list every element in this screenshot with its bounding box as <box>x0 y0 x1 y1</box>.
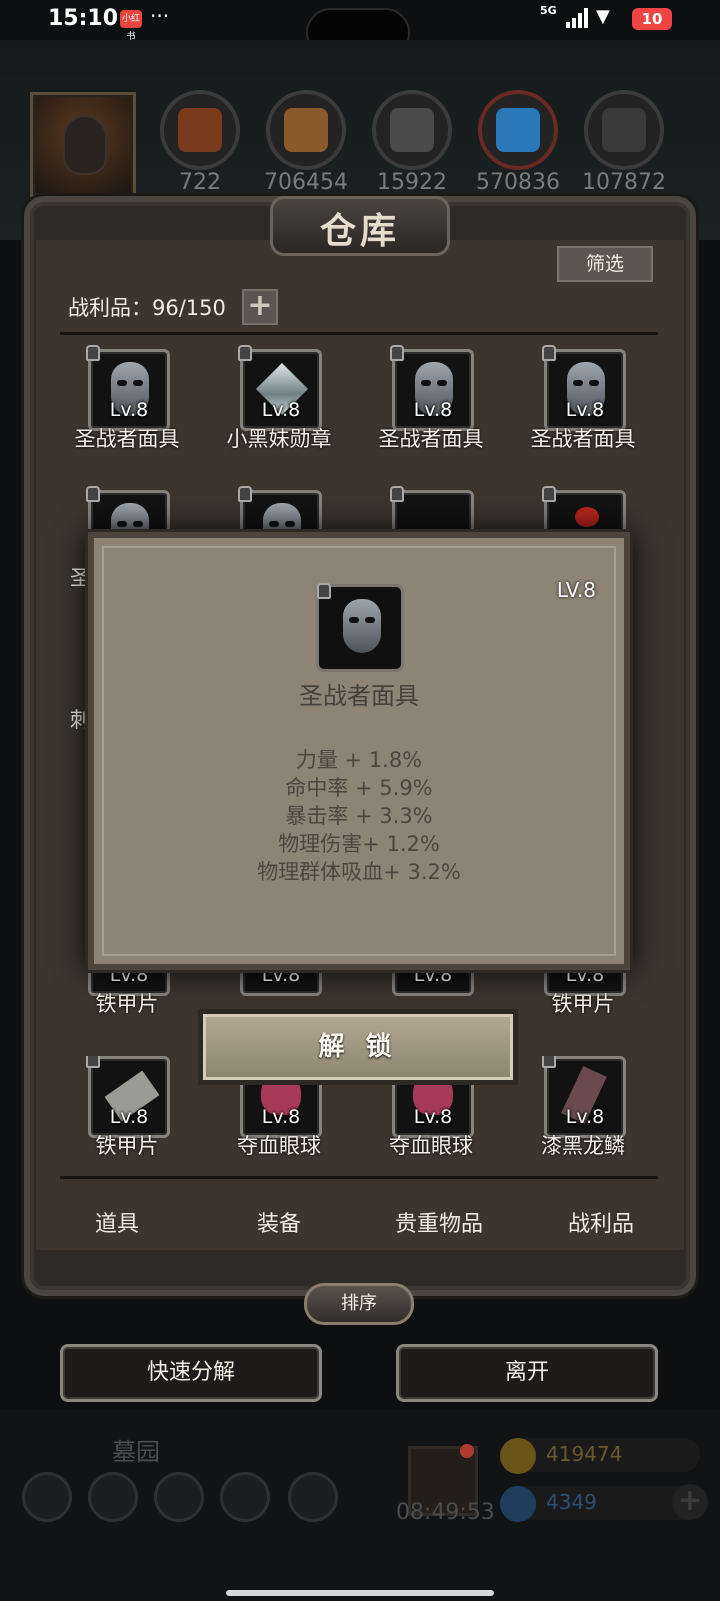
tab-loot[interactable]: 战利品 <box>526 1206 676 1238</box>
gift-timer: 08:49:53 <box>396 1500 495 1525</box>
add-currency-button[interactable]: + <box>672 1484 708 1520</box>
quick-decompose-button[interactable]: 快速分解 <box>60 1344 322 1402</box>
item-name: 圣战者面具 <box>74 427 180 451</box>
item-name: 漆黑龙鳞 <box>541 1134 625 1158</box>
iron-ingot-icon[interactable] <box>372 90 452 170</box>
gear-icon[interactable] <box>22 1472 72 1522</box>
panel-title: 仓库 <box>319 210 400 252</box>
resource-value: 570836 <box>476 170 560 195</box>
popup-item-level: LV.8 <box>556 578 596 602</box>
grid-icon[interactable] <box>288 1472 338 1522</box>
lock-icon <box>542 486 556 502</box>
stat-line: 力量 + 1.8% <box>295 748 423 772</box>
building-icon[interactable] <box>154 1472 204 1522</box>
status-bar: 15:10 小红书 ··· 5G ▼ 10 <box>0 0 720 58</box>
expand-capacity-button[interactable]: + <box>242 289 278 325</box>
blue-gem-icon <box>500 1486 536 1522</box>
resource-value: 15922 <box>377 170 447 195</box>
inventory-item[interactable]: Lv.8 圣战者面具 <box>356 345 506 479</box>
tab-divider <box>60 1176 658 1179</box>
hooded-figure-icon <box>63 115 107 175</box>
item-name: 夺血眼球 <box>237 1134 321 1158</box>
gold-counter: 419474 <box>500 1438 700 1474</box>
plank-icon[interactable] <box>266 90 346 170</box>
sort-button[interactable]: 排序 <box>304 1283 414 1325</box>
network-label: 5G <box>540 4 557 17</box>
popup-stat-list: 力量 + 1.8% 命中率 + 5.9% 暴击率 + 3.3% 物理伤害+ 1.… <box>94 746 624 886</box>
inventory-item[interactable]: Lv.8 圣战者面具 <box>52 345 202 479</box>
lock-icon <box>86 486 100 502</box>
resource-value: 706454 <box>264 170 348 195</box>
item-level: Lv.8 <box>413 399 453 421</box>
app-notification-icon: 小红书 <box>120 10 142 42</box>
wood-log-icon[interactable] <box>160 90 240 170</box>
player-avatar[interactable] <box>30 92 136 198</box>
item-level: Lv.8 <box>261 1106 301 1128</box>
item-name: 铁甲片 <box>551 992 615 1016</box>
loot-capacity: 战利品：96/150 <box>68 296 226 320</box>
lock-icon <box>317 583 331 599</box>
item-detail-popup: LV.8 圣战者面具 力量 + 1.8% 命中率 + 5.9% 暴击率 + 3.… <box>88 532 630 970</box>
popup-item-name: 圣战者面具 <box>299 682 419 710</box>
item-level: Lv.8 <box>109 399 149 421</box>
leave-button[interactable]: 离开 <box>396 1344 658 1402</box>
gold-value: 419474 <box>546 1442 623 1466</box>
battery-indicator: 10 <box>632 8 672 30</box>
gold-coin-icon <box>500 1438 536 1474</box>
popup-item-slot <box>316 583 404 672</box>
item-level: Lv.8 <box>261 399 301 421</box>
gem-counter: 4349 <box>500 1486 700 1522</box>
item-level: Lv.8 <box>109 1106 149 1128</box>
filter-button[interactable]: 筛选 <box>557 246 653 282</box>
signal-icon <box>566 8 590 28</box>
item-level: Lv.8 <box>565 399 605 421</box>
lock-icon <box>86 345 100 361</box>
lock-icon <box>238 345 252 361</box>
stat-line: 命中率 + 5.9% <box>285 776 433 800</box>
lock-icon <box>542 1056 556 1068</box>
tab-equipment[interactable]: 装备 <box>204 1206 354 1238</box>
lock-icon <box>86 1056 100 1068</box>
notification-dot <box>460 1444 474 1458</box>
inventory-item[interactable]: Lv.8 圣战者面具 <box>508 345 658 479</box>
steel-icon[interactable] <box>584 90 664 170</box>
area-name: 墓园 <box>112 1438 160 1466</box>
item-level: Lv.8 <box>565 1106 605 1128</box>
item-name: 铁甲片 <box>95 992 159 1016</box>
stat-line: 暴击率 + 3.3% <box>285 804 433 828</box>
stat-line: 物理伤害+ 1.2% <box>278 832 440 856</box>
unlock-button[interactable]: 解 锁 <box>198 1009 518 1085</box>
crystal-icon[interactable] <box>478 90 558 170</box>
lock-icon <box>390 486 404 502</box>
home-indicator[interactable] <box>226 1590 494 1596</box>
inventory-item[interactable]: Lv.8 漆黑龙鳞 <box>508 1056 658 1170</box>
inventory-item[interactable]: Lv.8 小黑妹勋章 <box>204 345 354 479</box>
more-notifications-icon: ··· <box>150 4 170 28</box>
item-name: 圣战者面具 <box>378 427 484 451</box>
lock-icon <box>238 486 252 502</box>
stat-line: 物理群体吸血+ 3.2% <box>257 860 461 884</box>
mask-icon <box>343 599 381 653</box>
pentagram-icon[interactable] <box>88 1472 138 1522</box>
status-time: 15:10 <box>48 6 119 31</box>
resource-value: 722 <box>179 170 221 195</box>
wifi-icon: ▼ <box>596 6 610 27</box>
resource-value: 107872 <box>582 170 666 195</box>
item-level: Lv.8 <box>413 1106 453 1128</box>
item-name: 圣战者面具 <box>530 427 636 451</box>
lock-icon <box>390 345 404 361</box>
tab-valuables[interactable]: 贵重物品 <box>364 1206 514 1238</box>
mail-icon[interactable] <box>220 1472 270 1522</box>
inventory-item[interactable]: Lv.8 铁甲片 <box>52 1056 202 1170</box>
tab-items[interactable]: 道具 <box>42 1206 192 1238</box>
lock-icon <box>542 345 556 361</box>
gem-value: 4349 <box>546 1490 597 1514</box>
item-name: 铁甲片 <box>95 1134 159 1158</box>
divider <box>60 332 658 335</box>
blood-icon <box>575 507 599 527</box>
item-name: 夺血眼球 <box>389 1134 473 1158</box>
item-name: 小黑妹勋章 <box>226 427 332 451</box>
